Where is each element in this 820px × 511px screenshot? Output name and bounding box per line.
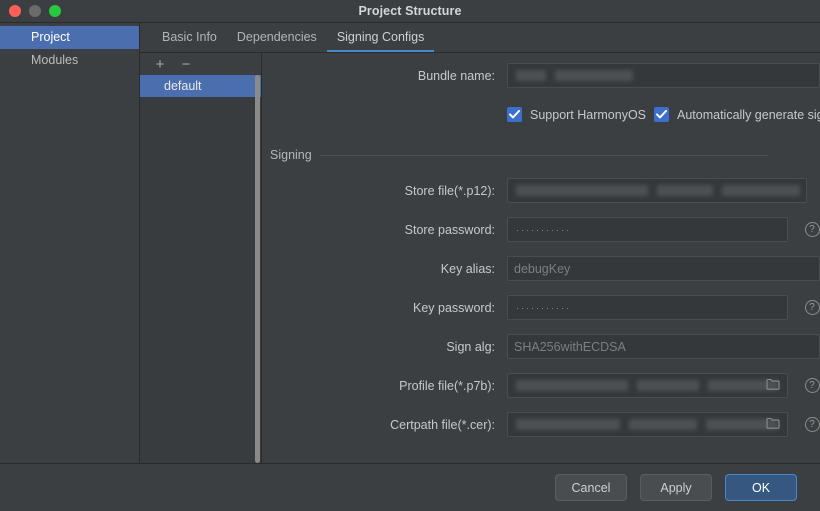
project-structure-dialog: Project Structure Project Modules Basic … <box>0 0 820 511</box>
sidebar-item-label: Modules <box>31 53 78 67</box>
sign-alg-label: Sign alg: <box>262 340 507 354</box>
help-icon-glyph: ? <box>805 222 820 237</box>
button-label: OK <box>752 481 770 495</box>
section-title: Signing <box>270 148 312 162</box>
checkbox-label: Support HarmonyOS <box>530 108 646 122</box>
apply-button[interactable]: Apply <box>640 474 712 501</box>
field-row-key-password: Key password: ··········· ? <box>262 295 820 320</box>
help-icon-glyph: ? <box>805 378 820 393</box>
folder-icon[interactable] <box>766 416 780 434</box>
button-label: Cancel <box>572 481 611 495</box>
key-alias-label: Key alias: <box>262 262 507 276</box>
help-icon[interactable]: ? <box>804 415 820 435</box>
checkbox-box[interactable] <box>507 107 522 122</box>
list-item-label: default <box>164 79 202 93</box>
sidebar-item-modules[interactable]: Modules <box>0 49 139 72</box>
field-row-store-file: Store file(*.p12): <box>262 178 820 203</box>
tab-basic-info[interactable]: Basic Info <box>152 23 227 52</box>
list-toolbar: + − <box>140 53 261 75</box>
field-row-store-password: Store password: ··········· ? <box>262 217 820 242</box>
field-row-profile-file: Profile file(*.p7b): <box>262 373 820 398</box>
key-password-label: Key password: <box>262 301 507 315</box>
ok-button[interactable]: OK <box>725 474 797 501</box>
help-icon-glyph: ? <box>805 300 820 315</box>
button-label: Apply <box>660 481 691 495</box>
help-icon[interactable]: ? <box>804 376 820 396</box>
content-area: Basic Info Dependencies Signing Configs … <box>140 23 820 463</box>
dialog-body: Project Modules Basic Info Dependencies … <box>0 23 820 463</box>
tab-label: Basic Info <box>162 30 217 44</box>
key-alias-input[interactable]: debugKey <box>507 256 820 281</box>
store-file-input[interactable] <box>507 178 807 203</box>
redacted-value <box>514 380 778 391</box>
store-file-label: Store file(*.p12): <box>262 184 507 198</box>
cancel-button[interactable]: Cancel <box>555 474 627 501</box>
field-row-bundle-name: Bundle name: <box>262 63 820 88</box>
store-password-input[interactable]: ··········· <box>507 217 788 242</box>
title-bar: Project Structure <box>0 0 820 23</box>
key-password-input[interactable]: ··········· <box>507 295 788 320</box>
sign-alg-input[interactable]: SHA256withECDSA <box>507 334 820 359</box>
remove-config-button[interactable]: − <box>178 56 194 72</box>
tab-dependencies[interactable]: Dependencies <box>227 23 327 52</box>
tab-label: Signing Configs <box>337 30 425 44</box>
field-row-key-alias: Key alias: debugKey <box>262 256 820 281</box>
signing-form: Bundle name: Support Ha <box>262 53 820 463</box>
folder-icon[interactable] <box>766 377 780 395</box>
add-config-button[interactable]: + <box>152 56 168 72</box>
help-icon-glyph: ? <box>805 417 820 432</box>
checkbox-auto-generate-signature[interactable]: Automatically generate signature <box>654 107 820 122</box>
store-password-label: Store password: <box>262 223 507 237</box>
password-mask: ··········· <box>514 225 571 235</box>
redacted-value <box>514 70 633 81</box>
signing-config-list-pane: + − default <box>140 53 262 463</box>
help-icon[interactable]: ? <box>804 220 820 240</box>
list-scrollbar[interactable] <box>255 75 260 463</box>
password-mask: ··········· <box>514 303 571 313</box>
profile-file-input[interactable] <box>507 373 788 398</box>
list-item[interactable]: default <box>140 75 261 97</box>
section-divider <box>320 155 768 156</box>
window-title: Project Structure <box>0 4 820 18</box>
signing-section-header: Signing <box>270 148 768 162</box>
bundle-name-label: Bundle name: <box>262 69 507 83</box>
profile-file-label: Profile file(*.p7b): <box>262 379 507 393</box>
bundle-name-input[interactable] <box>507 63 820 88</box>
dialog-footer: Cancel Apply OK <box>0 463 820 511</box>
certpath-file-input[interactable] <box>507 412 788 437</box>
signing-config-list: default <box>140 75 261 463</box>
panes: + − default <box>140 53 820 463</box>
field-row-sign-alg: Sign alg: SHA256withECDSA <box>262 334 820 359</box>
tab-strip: Basic Info Dependencies Signing Configs <box>140 23 820 53</box>
sign-alg-value: SHA256withECDSA <box>514 340 626 354</box>
certpath-file-label: Certpath file(*.cer): <box>262 418 507 432</box>
sidebar: Project Modules <box>0 23 140 463</box>
key-alias-value: debugKey <box>514 262 570 276</box>
sidebar-item-label: Project <box>31 30 70 44</box>
list-scrollbar-thumb[interactable] <box>255 75 260 463</box>
tab-signing-configs[interactable]: Signing Configs <box>327 23 435 52</box>
help-icon[interactable]: ? <box>804 298 820 318</box>
sidebar-item-project[interactable]: Project <box>0 26 139 49</box>
checkbox-support-harmonyos[interactable]: Support HarmonyOS <box>507 107 646 122</box>
redacted-value <box>514 419 778 430</box>
checkbox-box[interactable] <box>654 107 669 122</box>
checkbox-label: Automatically generate signature <box>677 108 820 122</box>
field-row-certpath-file: Certpath file(*.cer): <box>262 412 820 437</box>
tab-label: Dependencies <box>237 30 317 44</box>
redacted-value <box>514 185 800 196</box>
